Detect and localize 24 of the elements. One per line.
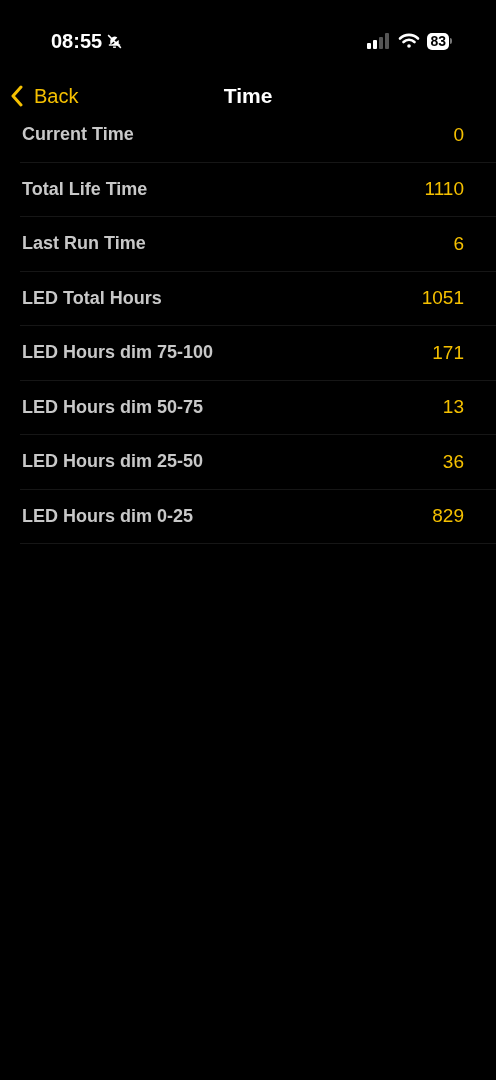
row-value: 13 bbox=[442, 395, 464, 419]
row-label: LED Hours dim 50-75 bbox=[22, 395, 204, 419]
signal-icon bbox=[367, 33, 392, 49]
row-value: 36 bbox=[442, 449, 464, 474]
row-value: 6 bbox=[453, 231, 464, 256]
row-value: 1051 bbox=[421, 286, 464, 310]
chevron-left-icon bbox=[10, 85, 24, 107]
row-label: LED Hours dim 25-50 bbox=[22, 450, 204, 474]
bell-muted-icon bbox=[106, 32, 124, 50]
battery-level: 83 bbox=[427, 32, 449, 50]
row-label: LED Hours dim 75-100 bbox=[22, 341, 214, 365]
page-title: Time bbox=[223, 83, 273, 110]
back-button[interactable]: Back bbox=[10, 81, 79, 111]
row-label: LED Total Hours bbox=[22, 286, 162, 310]
row-label: Last Run Time bbox=[22, 232, 146, 256]
row-label: Current Time bbox=[22, 123, 134, 147]
row-value: 0 bbox=[453, 122, 464, 147]
row-value: 829 bbox=[432, 504, 464, 528]
row-label: LED Hours dim 0-25 bbox=[22, 504, 194, 528]
row-label: Total Life Time bbox=[22, 177, 148, 201]
row-value: 171 bbox=[432, 340, 464, 365]
status-time: 08:55 bbox=[51, 29, 103, 54]
row-value: 1110 bbox=[424, 177, 464, 201]
wifi-icon bbox=[398, 33, 421, 49]
